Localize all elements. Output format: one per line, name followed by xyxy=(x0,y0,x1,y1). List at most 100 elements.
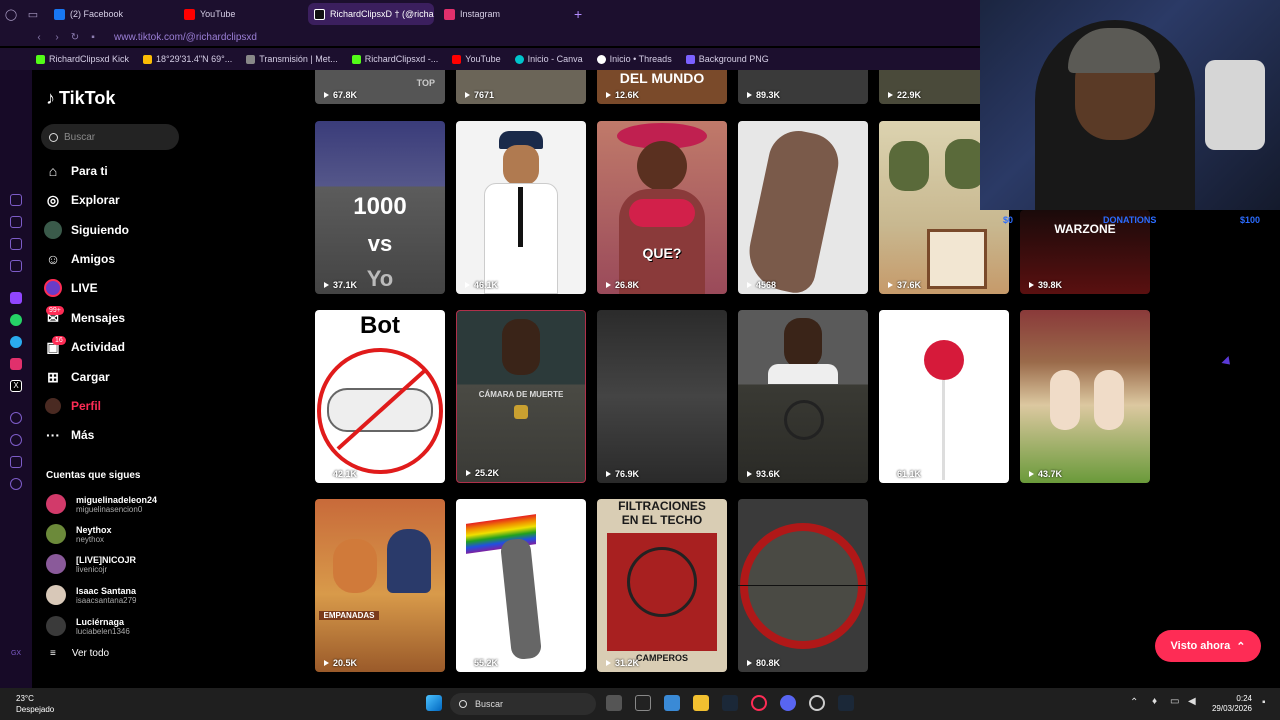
menu-live[interactable]: LIVE xyxy=(44,276,98,300)
bookmark-maps[interactable]: 18°29'31.4"N 69°... xyxy=(143,54,232,64)
video-tile[interactable]: 4568 xyxy=(738,121,868,294)
menu-perfil[interactable]: Perfil xyxy=(44,394,101,418)
notification-icon[interactable]: ▪ xyxy=(1262,697,1266,708)
video-tile[interactable]: 1000 vs Yo 37.1K xyxy=(315,121,445,294)
clock[interactable]: 0:24 29/03/2026 xyxy=(1212,694,1252,714)
settings-icon[interactable] xyxy=(10,478,22,490)
menu-siguiendo[interactable]: Siguiendo xyxy=(44,218,129,242)
menu-amigos[interactable]: ☺ Amigos xyxy=(44,247,115,271)
bookmark-youtube[interactable]: YouTube xyxy=(452,54,501,64)
menu-cargar[interactable]: ⊞ Cargar xyxy=(44,365,110,389)
bookmark-canva[interactable]: Inicio - Canva xyxy=(514,54,583,64)
weather-status: Despejado xyxy=(16,705,55,714)
video-tile[interactable]: 43.7K xyxy=(1020,310,1150,483)
tab-label: (2) Facebook xyxy=(70,9,124,19)
view-count: 42.1K xyxy=(324,469,357,479)
tab-youtube[interactable]: YouTube xyxy=(178,3,304,25)
tab-facebook[interactable]: (2) Facebook xyxy=(48,3,174,25)
video-tile[interactable]: 93.6K xyxy=(738,310,868,483)
bookmark-richardclips[interactable]: RichardClipsxd -... xyxy=(351,54,438,64)
messenger-icon[interactable] xyxy=(10,260,22,272)
video-overlay-text: CÁMARA DE MUERTE xyxy=(478,390,564,399)
chevron-up-icon[interactable]: ⌃ xyxy=(1130,697,1138,708)
following-account[interactable]: Luciérnaga luciabelen1346 xyxy=(46,614,130,638)
play-icon xyxy=(747,282,752,288)
epic-games-icon[interactable] xyxy=(635,695,651,711)
following-account[interactable]: Isaac Santana isaacsantana279 xyxy=(46,583,137,607)
video-tile[interactable]: 89.3K xyxy=(738,70,868,104)
history-icon[interactable] xyxy=(10,434,22,446)
search-input[interactable]: Buscar xyxy=(41,124,179,150)
gx-icon[interactable]: GX xyxy=(11,650,21,657)
tiktok-logo[interactable]: ♪ TikTok xyxy=(46,88,115,109)
menu-para-ti[interactable]: ⌂ Para ti xyxy=(44,159,108,183)
tab-tiktok[interactable]: RichardClipsxD † (@richa xyxy=(308,3,434,25)
task-view-icon[interactable] xyxy=(606,695,622,711)
player-icon[interactable] xyxy=(10,412,22,424)
video-tile[interactable]: Bot 42.1K xyxy=(315,310,445,483)
following-account[interactable]: miguelinadeleon24 miguelinasencion0 xyxy=(46,492,157,516)
new-tab-button[interactable]: + xyxy=(574,6,582,22)
file-explorer-icon[interactable] xyxy=(693,695,709,711)
video-tile[interactable]: 7671 xyxy=(456,70,586,104)
taskbar-search[interactable]: Buscar xyxy=(450,693,596,715)
instagram-icon[interactable] xyxy=(10,358,22,370)
bag-icon[interactable] xyxy=(10,216,22,228)
following-account[interactable]: Neythox neythox xyxy=(46,522,112,546)
menu-label: Amigos xyxy=(71,252,116,266)
video-tile[interactable]: 46.1K xyxy=(456,121,586,294)
forward-icon[interactable]: › xyxy=(48,32,66,43)
opera-logo-icon[interactable]: ◯ xyxy=(0,0,22,28)
microsoft-store-icon[interactable] xyxy=(664,695,680,711)
weather-widget[interactable]: 23°C Despejado xyxy=(16,693,54,715)
bookmark-kick[interactable]: RichardClipsxd Kick xyxy=(36,54,129,64)
view-count-text: 20.5K xyxy=(333,658,358,668)
tab-list-icon[interactable]: ▭ xyxy=(22,0,44,28)
reload-icon[interactable]: ↻ xyxy=(66,32,84,43)
extensions-icon[interactable] xyxy=(10,456,22,468)
telegram-icon[interactable] xyxy=(10,336,22,348)
video-tile[interactable]: EMPANADAS 20.5K xyxy=(315,499,445,672)
see-all-link[interactable]: ≡ Ver todo xyxy=(50,648,109,659)
x-icon[interactable]: X xyxy=(10,380,22,392)
home-icon: ⌂ xyxy=(48,163,58,179)
bookmark-threads[interactable]: Inicio • Threads xyxy=(596,54,672,64)
account-name: Luciérnaga xyxy=(76,616,125,627)
visto-ahora-button[interactable]: Visto ahora ⌃ xyxy=(1155,630,1261,662)
soldier-shape xyxy=(945,139,985,189)
network-icon[interactable]: ▭ xyxy=(1170,696,1179,707)
kick-icon xyxy=(36,54,45,64)
video-tile[interactable]: CÁMARA DE MUERTE 25.2K xyxy=(456,310,586,483)
volume-icon[interactable]: ◀ xyxy=(1188,696,1196,707)
video-tile[interactable]: 61.1K xyxy=(879,310,1009,483)
video-tile[interactable]: TOP 67.8K xyxy=(315,70,445,104)
twitch-icon[interactable] xyxy=(10,292,22,304)
opera-gx-icon[interactable] xyxy=(751,695,767,711)
following-account[interactable]: [LIVE]NICOJR livenicojr xyxy=(46,552,136,576)
back-icon[interactable]: ‹ xyxy=(30,32,48,43)
video-overlay-text: EMPANADAS xyxy=(319,611,379,620)
windows-start-icon[interactable] xyxy=(426,695,442,711)
activity-badge: 16 xyxy=(52,336,66,345)
video-tile[interactable]: QUE? 26.8K xyxy=(597,121,727,294)
chat-icon[interactable] xyxy=(10,238,22,250)
microphone-icon[interactable]: ♦ xyxy=(1152,696,1157,707)
video-tile[interactable]: FILTRACIONES EN EL TECHO CAMPEROS 31.2K xyxy=(597,499,727,672)
video-tile[interactable]: 55.2K xyxy=(456,499,586,672)
bookmark-transmision[interactable]: Transmisión | Met... xyxy=(246,54,338,64)
aria-icon[interactable] xyxy=(10,194,22,206)
tab-instagram[interactable]: Instagram xyxy=(438,3,564,25)
steam-icon[interactable] xyxy=(722,695,738,711)
video-tile[interactable]: 76.9K xyxy=(597,310,727,483)
view-count: 67.8K xyxy=(324,90,357,100)
menu-mas[interactable]: ··· Más xyxy=(44,423,94,447)
bookmark-background-png[interactable]: Background PNG xyxy=(685,54,769,64)
menu-explorar[interactable]: ◎ Explorar xyxy=(44,188,120,212)
obs-icon[interactable] xyxy=(809,695,825,711)
video-tile[interactable]: DEL MUNDO 12.6K xyxy=(597,70,727,104)
url-field[interactable]: www.tiktok.com/@richardclipsxd xyxy=(114,32,257,43)
whatsapp-icon[interactable] xyxy=(10,314,22,326)
video-tile[interactable]: 80.8K xyxy=(738,499,868,672)
discord-icon[interactable] xyxy=(780,695,796,711)
steam-icon[interactable] xyxy=(838,695,854,711)
